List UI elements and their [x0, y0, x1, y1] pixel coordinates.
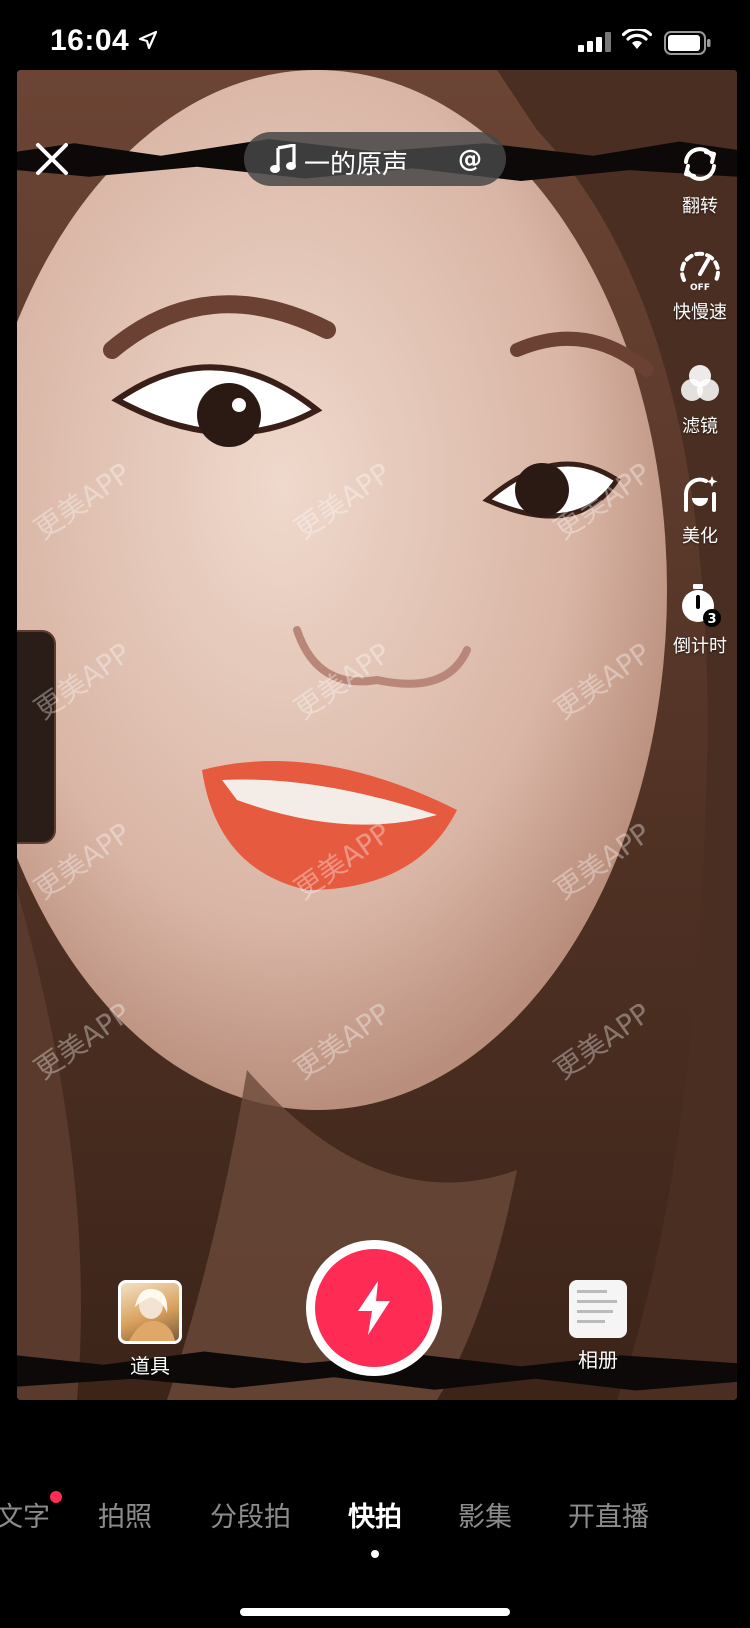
cellular-signal-icon	[578, 32, 611, 52]
tab-quick-shoot[interactable]: 快拍	[348, 1495, 402, 1534]
filter-icon	[681, 365, 719, 401]
mention-icon[interactable]: @	[458, 145, 482, 173]
filter-label: 滤镜	[682, 416, 718, 437]
location-arrow-icon	[138, 30, 158, 50]
record-button[interactable]	[306, 1240, 442, 1376]
countdown-timer-button[interactable]: 3 倒计时	[665, 580, 735, 658]
flip-label: 翻转	[682, 196, 718, 217]
tab-segment-shoot[interactable]: 分段拍	[210, 1495, 291, 1534]
status-time: 16:04	[50, 24, 130, 57]
props-button[interactable]: 道具	[118, 1280, 182, 1379]
timer-badge: 3	[707, 612, 716, 627]
speed-label: 快慢速	[673, 302, 727, 323]
flip-camera-button[interactable]: 翻转	[665, 140, 735, 218]
speed-icon: OFF	[680, 251, 720, 293]
home-indicator[interactable]	[240, 1608, 510, 1616]
wifi-icon	[622, 29, 652, 49]
props-thumbnail	[118, 1280, 182, 1344]
select-music-button[interactable]: 一的原声 @	[244, 132, 506, 186]
flip-camera-icon	[684, 147, 716, 181]
album-button[interactable]: 相册	[566, 1280, 630, 1373]
props-avatar-image	[129, 1288, 175, 1341]
camera-viewfinder[interactable]: 更美APP 更美APP 更美APP 更美APP 更美APP 更美APP 更美AP…	[17, 70, 737, 1400]
beautify-label: 美化	[682, 526, 718, 547]
filter-button[interactable]: 滤镜	[665, 360, 735, 438]
timer-icon: 3	[682, 584, 721, 627]
beautify-icon	[683, 476, 718, 512]
record-button-inner	[315, 1249, 433, 1367]
album-label: 相册	[578, 1348, 618, 1372]
side-card-preview	[17, 630, 56, 844]
tab-photo[interactable]: 拍照	[98, 1495, 152, 1534]
battery-icon	[664, 31, 711, 55]
props-label: 道具	[130, 1354, 170, 1378]
tab-album-collection[interactable]: 影集	[458, 1495, 512, 1534]
music-note-icon	[270, 144, 296, 173]
status-bar: 16:04	[0, 0, 750, 80]
notification-dot	[50, 1491, 62, 1503]
camera-preview-image	[17, 70, 737, 1400]
countdown-label: 倒计时	[673, 636, 727, 657]
beautify-button[interactable]: 美化	[665, 470, 735, 548]
flash-icon	[358, 1281, 390, 1335]
speed-badge: OFF	[690, 283, 710, 293]
close-icon[interactable]	[30, 137, 74, 181]
album-thumbnail	[569, 1280, 627, 1338]
tab-go-live[interactable]: 开直播	[568, 1495, 649, 1534]
mode-tab-bar: 文字 拍照 分段拍 快拍 影集 开直播	[0, 1491, 750, 1535]
music-title: 一的原声	[304, 150, 409, 180]
active-tab-indicator	[371, 1550, 379, 1558]
speed-button[interactable]: OFF 快慢速	[665, 246, 735, 324]
tab-text[interactable]: 文字	[0, 1495, 50, 1534]
